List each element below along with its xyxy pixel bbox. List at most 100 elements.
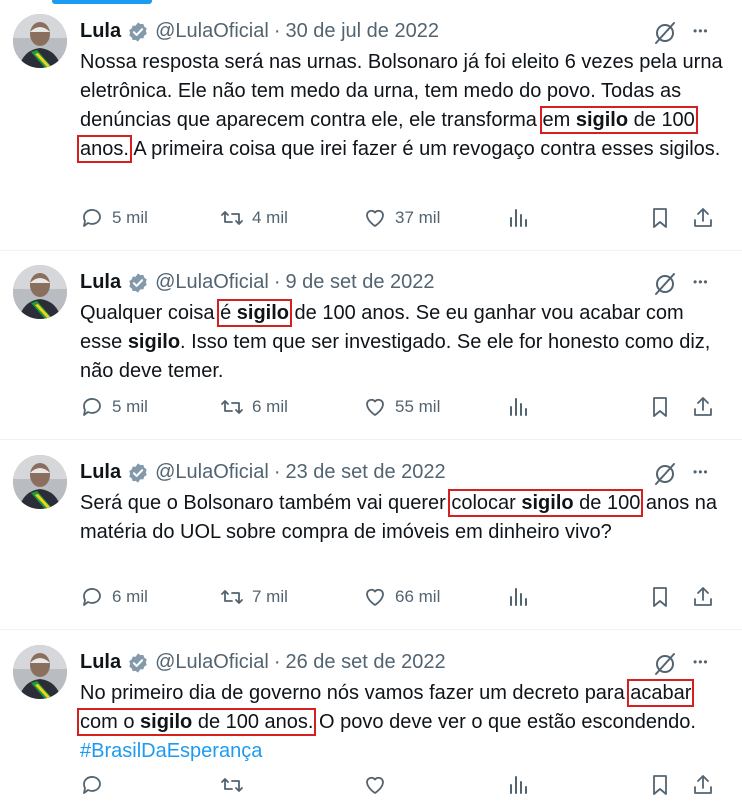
replies-count: 6 mil: [112, 587, 148, 606]
tweet-header: Lula @LulaOficial · 9 de set de 2022: [80, 271, 435, 294]
text-segment: Será que o Bolsonaro também vai querer: [80, 492, 452, 514]
retweets-count: 7 mil: [252, 587, 288, 606]
author-handle[interactable]: @LulaOficial: [155, 271, 269, 294]
reply-icon: [83, 398, 101, 416]
views-button[interactable]: [506, 585, 536, 609]
avatar-portrait-icon: [13, 645, 67, 699]
avatar-portrait-icon: [13, 265, 67, 319]
views-icon: [510, 588, 527, 606]
verified-badge-icon: [127, 272, 149, 294]
share-button[interactable]: [691, 773, 721, 797]
author-name[interactable]: Lula: [80, 651, 121, 674]
author-handle[interactable]: @LulaOficial: [155, 651, 269, 674]
highlight-box: é sigilo: [217, 299, 292, 327]
likes-count: 66 mil: [395, 587, 441, 606]
tweet-text: No primeiro dia de governo nós vamos faz…: [76, 679, 730, 766]
avatar[interactable]: [13, 455, 67, 509]
more-options-icon[interactable]: •••: [693, 655, 709, 669]
tweet-date[interactable]: 9 de set de 2022: [285, 271, 434, 294]
tweet-text: Nossa resposta será nas urnas. Bolsonaro…: [77, 48, 730, 164]
retweet-icon: [221, 400, 243, 414]
text-segment: O povo deve ver o que estão escondendo.: [313, 711, 696, 733]
retweet-button[interactable]: [220, 773, 252, 797]
tweet[interactable]: Lula @LulaOficial · 23 de set de 2022 ••• Ser…: [0, 441, 742, 630]
avatar[interactable]: [13, 14, 67, 68]
replies-count: 5 mil: [112, 397, 148, 416]
separator-dot: ·: [273, 651, 281, 673]
tweet-date[interactable]: 30 de jul de 2022: [285, 20, 438, 43]
bookmark-icon: [653, 208, 667, 228]
tweet-date[interactable]: 26 de set de 2022: [285, 651, 445, 674]
share-button[interactable]: [691, 585, 721, 609]
share-button[interactable]: [691, 395, 721, 419]
text-segment: de 100: [573, 492, 641, 514]
retweet-button[interactable]: 7 mil: [220, 585, 288, 609]
avatar-portrait-icon: [13, 455, 67, 509]
avatar-portrait-icon: [13, 14, 67, 68]
bookmark-button[interactable]: [648, 773, 678, 797]
bookmark-button[interactable]: [648, 585, 678, 609]
reply-button[interactable]: 6 mil: [80, 585, 148, 609]
avatar[interactable]: [13, 265, 67, 319]
bookmark-button[interactable]: [648, 206, 678, 230]
reply-button[interactable]: [80, 773, 112, 797]
author-name[interactable]: Lula: [80, 20, 121, 43]
retweet-icon: [221, 778, 243, 792]
views-button[interactable]: [506, 206, 536, 230]
share-icon: [694, 587, 712, 606]
separator-dot: ·: [273, 20, 281, 42]
bookmark-button[interactable]: [648, 395, 678, 419]
tweet[interactable]: Lula @LulaOficial · 26 de set de 2022 ••• No …: [0, 631, 742, 801]
text-segment: colocar: [451, 492, 522, 514]
views-icon: [510, 776, 527, 794]
verified-badge-icon: [127, 21, 149, 43]
keyword-bold: sigilo: [521, 492, 574, 514]
grok-icon[interactable]: [652, 20, 678, 46]
retweet-button[interactable]: 6 mil: [220, 395, 288, 419]
retweets-count: 6 mil: [252, 397, 288, 416]
action-bar: 5 mil 6 mil 55 mil: [80, 395, 730, 425]
reply-icon: [83, 588, 101, 606]
tweet[interactable]: Lula @LulaOficial · 30 de jul de 2022 ••• Nos…: [0, 0, 742, 251]
avatar[interactable]: [13, 645, 67, 699]
more-options-icon[interactable]: •••: [693, 24, 709, 38]
share-button[interactable]: [691, 206, 721, 230]
like-button[interactable]: [363, 773, 395, 797]
author-name[interactable]: Lula: [80, 461, 121, 484]
verified-badge-icon: [127, 462, 149, 484]
retweet-button[interactable]: 4 mil: [220, 206, 288, 230]
reply-button[interactable]: 5 mil: [80, 206, 148, 230]
reply-icon: [83, 209, 101, 227]
author-name[interactable]: Lula: [80, 271, 121, 294]
author-handle[interactable]: @LulaOficial: [155, 461, 269, 484]
like-button[interactable]: 66 mil: [363, 585, 440, 609]
like-icon: [366, 776, 384, 794]
keyword-bold: sigilo: [236, 302, 289, 324]
bookmark-icon: [653, 587, 667, 607]
text-segment: A primeira coisa que irei fazer é um rev…: [128, 138, 721, 160]
author-handle[interactable]: @LulaOficial: [155, 20, 269, 43]
tweet-header: Lula @LulaOficial · 23 de set de 2022: [80, 461, 446, 484]
grok-icon[interactable]: [652, 461, 678, 487]
grok-icon[interactable]: [652, 271, 678, 297]
grok-icon[interactable]: [652, 651, 678, 677]
text-segment: No primeiro dia de governo nós vamos faz…: [80, 682, 631, 704]
views-button[interactable]: [506, 395, 536, 419]
keyword-bold: sigilo: [127, 331, 181, 353]
retweet-icon: [221, 590, 243, 604]
reply-button[interactable]: 5 mil: [80, 395, 148, 419]
more-options-icon[interactable]: •••: [693, 275, 709, 289]
hashtag-link[interactable]: #BrasilDaEsperança: [80, 740, 262, 762]
verified-badge-icon: [127, 652, 149, 674]
more-options-icon[interactable]: •••: [693, 465, 709, 479]
tweet-date[interactable]: 23 de set de 2022: [285, 461, 445, 484]
action-bar: [80, 773, 730, 803]
tweet[interactable]: Lula @LulaOficial · 9 de set de 2022 ••• Qual…: [0, 251, 742, 440]
views-button[interactable]: [506, 773, 536, 797]
like-button[interactable]: 55 mil: [363, 395, 440, 419]
like-button[interactable]: 37 mil: [363, 206, 440, 230]
tweet-text: Será que o Bolsonaro também vai querer c…: [80, 489, 730, 547]
highlight-box: colocar sigilo de 100: [448, 489, 644, 517]
separator-dot: ·: [273, 271, 281, 293]
replies-count: 5 mil: [112, 208, 148, 227]
